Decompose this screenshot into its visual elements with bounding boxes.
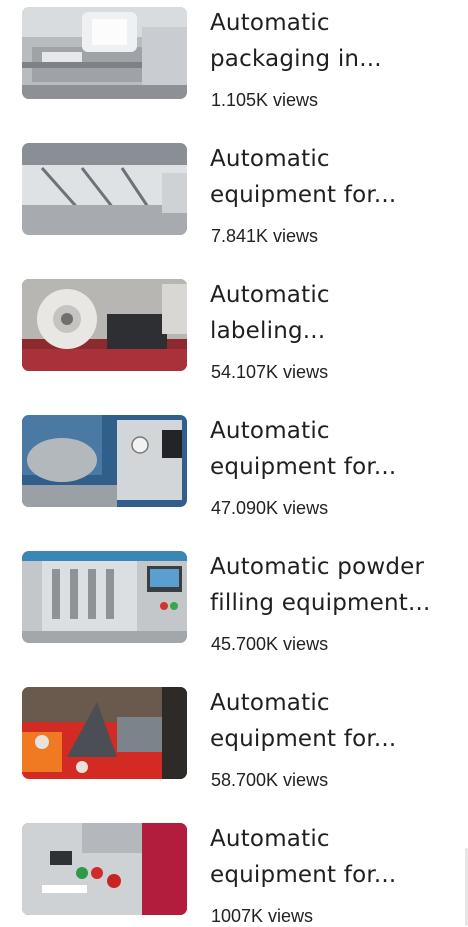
video-title-line: Automatic [210, 690, 330, 716]
video-title[interactable]: Automatic equipment for... [210, 142, 460, 213]
view-count: 45.700K views [211, 634, 329, 654]
red-table-equipment-image [22, 687, 187, 779]
video-title-line: packaging in... [210, 45, 382, 72]
video-list: Automatic packaging in... 1.105K views A… [0, 0, 468, 927]
steel-tank-image [22, 415, 187, 507]
view-count: 47.090K views [211, 498, 329, 518]
video-title-line: Automatic [210, 418, 330, 444]
video-title-line: Automatic powder [210, 554, 425, 580]
video-title[interactable]: Automatic powder filling equipment... [210, 550, 460, 621]
video-item[interactable]: Automatic powder filling equipment... 45… [0, 544, 468, 662]
view-count: 54.107K views [211, 362, 329, 382]
video-item[interactable]: Automatic labeling... 54.107K views [0, 272, 468, 390]
video-title-line: Automatic [210, 826, 330, 852]
video-title-line: Automatic [210, 146, 330, 172]
video-thumbnail[interactable] [22, 279, 187, 371]
video-title-line: equipment for... [210, 725, 397, 752]
video-item[interactable]: Automatic packaging in... 1.105K views [0, 0, 468, 118]
video-thumbnail[interactable] [22, 415, 187, 507]
view-count: 58.700K views [211, 770, 329, 790]
video-thumbnail[interactable] [22, 687, 187, 779]
view-count: 1.105K views [211, 90, 319, 110]
powder-filling-machine-image [22, 551, 187, 643]
video-title-line: Automatic [210, 10, 330, 36]
filling-equipment-image [22, 143, 187, 235]
video-title-line: equipment for... [210, 181, 397, 208]
video-thumbnail[interactable] [22, 823, 187, 915]
video-title[interactable]: Automatic equipment for... [210, 686, 460, 757]
video-item[interactable]: Automatic equipment for... 58.700K views [0, 680, 468, 798]
video-item[interactable]: Automatic equipment for... 47.090K views [0, 408, 468, 526]
video-title[interactable]: Automatic labeling... [210, 278, 460, 349]
video-item[interactable]: Automatic equipment for... 1007K views [0, 816, 468, 927]
video-thumbnail[interactable] [22, 143, 187, 235]
video-title-line: filling equipment... [210, 589, 431, 616]
video-title[interactable]: Automatic equipment for... [210, 822, 460, 893]
video-item[interactable]: Automatic equipment for... 7.841K views [0, 136, 468, 254]
video-title[interactable]: Automatic equipment for... [210, 414, 460, 485]
labeling-machine-image [22, 279, 187, 371]
video-title-line: equipment for... [210, 861, 397, 888]
video-thumbnail[interactable] [22, 551, 187, 643]
packaging-machine-image [22, 7, 187, 99]
control-panel-image [22, 823, 187, 915]
video-title-line: labeling... [210, 317, 326, 344]
view-count: 1007K views [211, 906, 314, 926]
video-title-line: equipment for... [210, 453, 397, 480]
video-title-line: Automatic [210, 282, 330, 308]
view-count: 7.841K views [211, 226, 319, 246]
video-thumbnail[interactable] [22, 7, 187, 99]
video-title[interactable]: Automatic packaging in... [210, 6, 460, 77]
